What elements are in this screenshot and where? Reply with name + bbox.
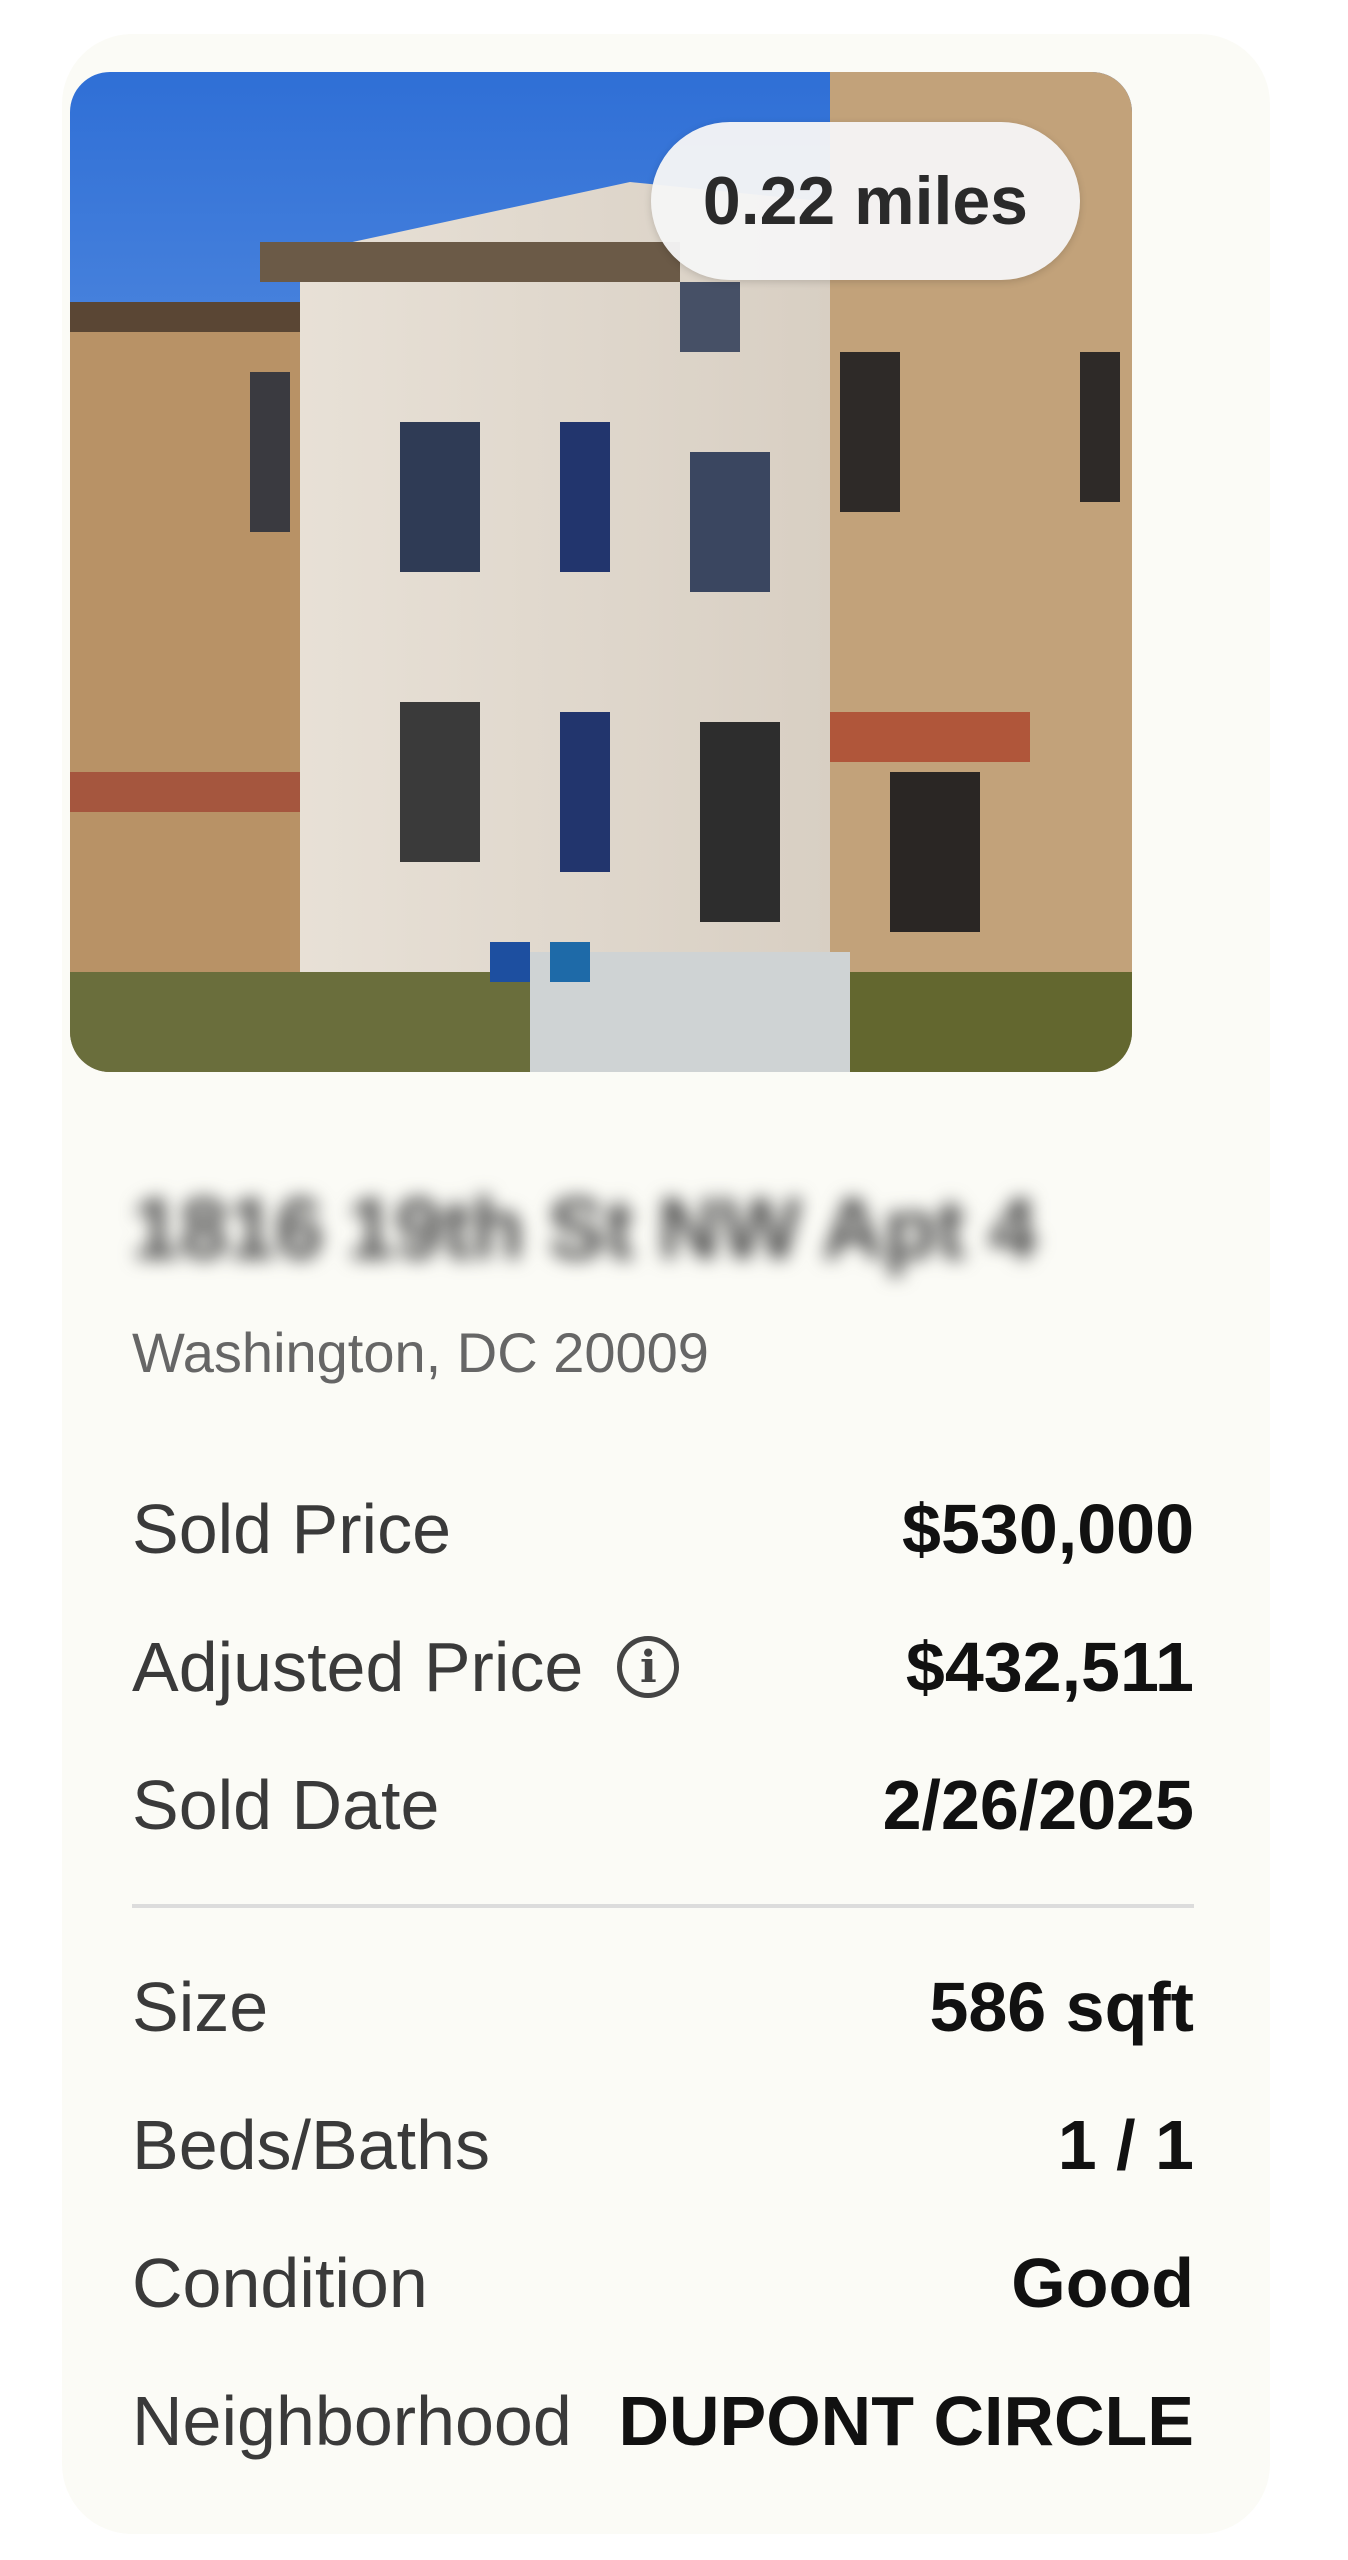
property-address-blurred[interactable]: 1816 19th St NW Apt 4 — [132, 1180, 1037, 1279]
detail-row-size: Size 586 sqft — [132, 1938, 1194, 2076]
detail-label: Adjusted Price — [132, 1628, 584, 1706]
detail-label: Size — [132, 1968, 269, 2046]
detail-value: 586 sqft — [929, 1968, 1194, 2046]
detail-label: Beds/Baths — [132, 2106, 490, 2184]
property-photo[interactable]: 0.22 miles — [70, 72, 1132, 1072]
detail-label: Neighborhood — [132, 2382, 572, 2460]
detail-row-neighborhood: Neighborhood DUPONT CIRCLE — [132, 2352, 1194, 2490]
detail-row-sold-price: Sold Price $530,000 — [132, 1460, 1194, 1598]
detail-value: Good — [1011, 2244, 1194, 2322]
detail-value: 2/26/2025 — [882, 1766, 1194, 1844]
detail-label-wrap: Adjusted Price i — [132, 1627, 680, 1707]
detail-row-condition: Condition Good — [132, 2214, 1194, 2352]
detail-value: 1 / 1 — [1057, 2106, 1194, 2184]
property-city-line: Washington, DC 20009 — [132, 1321, 709, 1384]
distance-badge: 0.22 miles — [650, 122, 1080, 280]
detail-row-beds-baths: Beds/Baths 1 / 1 — [132, 2076, 1194, 2214]
property-details-list: Sold Price $530,000 Adjusted Price i $43… — [132, 1460, 1194, 2490]
detail-value: $432,511 — [905, 1628, 1194, 1706]
info-icon[interactable]: i — [617, 1636, 680, 1698]
detail-label: Sold Price — [132, 1490, 452, 1568]
detail-row-adjusted-price: Adjusted Price i $432,511 — [132, 1598, 1194, 1736]
detail-label: Sold Date — [132, 1766, 440, 1844]
detail-label: Condition — [132, 2244, 428, 2322]
detail-value: $530,000 — [902, 1490, 1194, 1568]
section-divider — [132, 1904, 1194, 1908]
detail-row-sold-date: Sold Date 2/26/2025 — [132, 1736, 1194, 1874]
detail-value: DUPONT CIRCLE — [618, 2382, 1194, 2460]
